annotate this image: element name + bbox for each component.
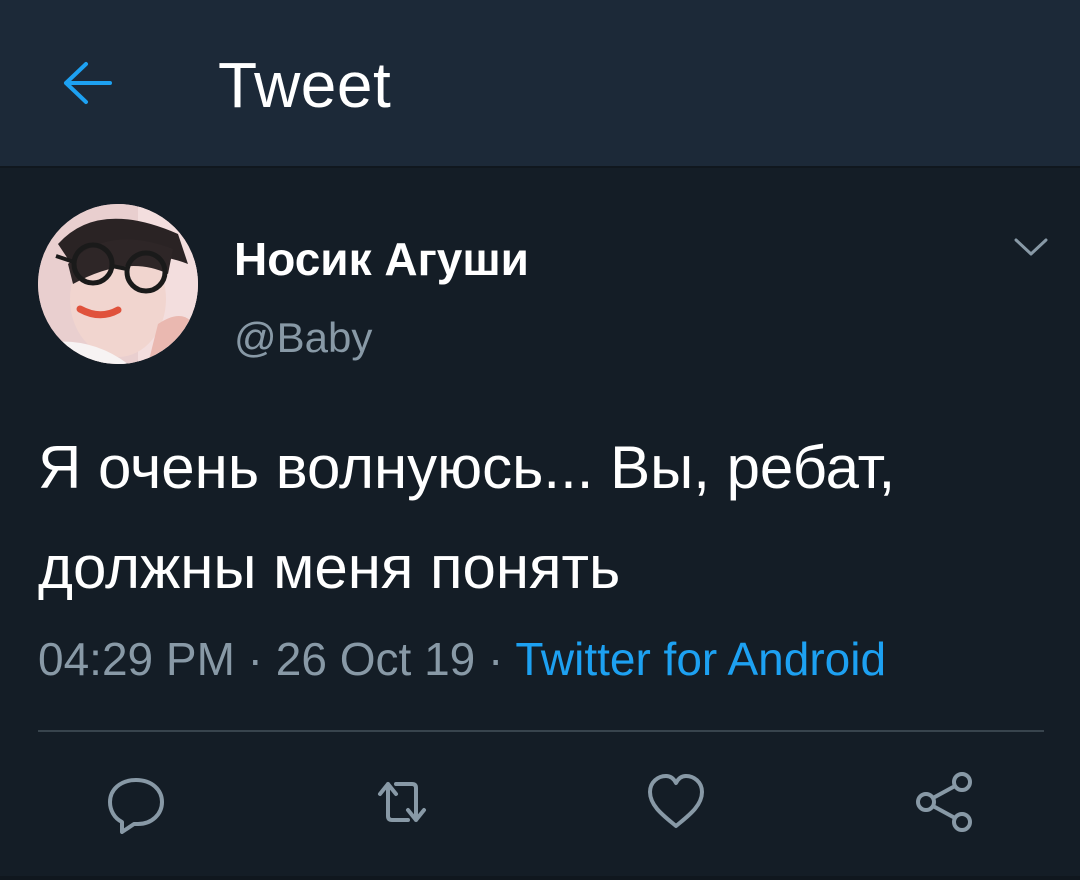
avatar[interactable] (38, 204, 198, 364)
tweet-source-link[interactable]: Twitter for Android (515, 633, 886, 685)
tweet-time: 04:29 PM (38, 633, 235, 685)
app-header: Tweet (0, 0, 1080, 168)
reply-icon[interactable] (104, 770, 168, 834)
retweet-icon[interactable] (370, 770, 434, 834)
avatar-image (38, 204, 198, 364)
meta-separator: · (475, 633, 516, 685)
divider (38, 730, 1044, 732)
user-handle[interactable]: @Baby (234, 314, 372, 362)
heart-icon[interactable] (644, 770, 708, 834)
tweet-meta: 04:29 PM · 26 Oct 19 · Twitter for Andro… (38, 632, 886, 686)
arrow-left-icon[interactable] (58, 58, 114, 108)
meta-separator: · (234, 633, 276, 685)
tweet-text: Я очень волнуюсь... Вы, ребат, должны ме… (38, 434, 896, 601)
chevron-down-icon[interactable] (1012, 234, 1050, 260)
page-title: Tweet (218, 49, 392, 121)
bottom-divider (0, 876, 1080, 880)
tweet-date: 26 Oct 19 (275, 633, 476, 685)
display-name[interactable]: Носик Агуши (234, 232, 529, 286)
tweet-detail: Носик Агуши @Baby Я очень волнуюсь... Вы… (0, 170, 1080, 880)
share-icon[interactable] (912, 770, 976, 834)
